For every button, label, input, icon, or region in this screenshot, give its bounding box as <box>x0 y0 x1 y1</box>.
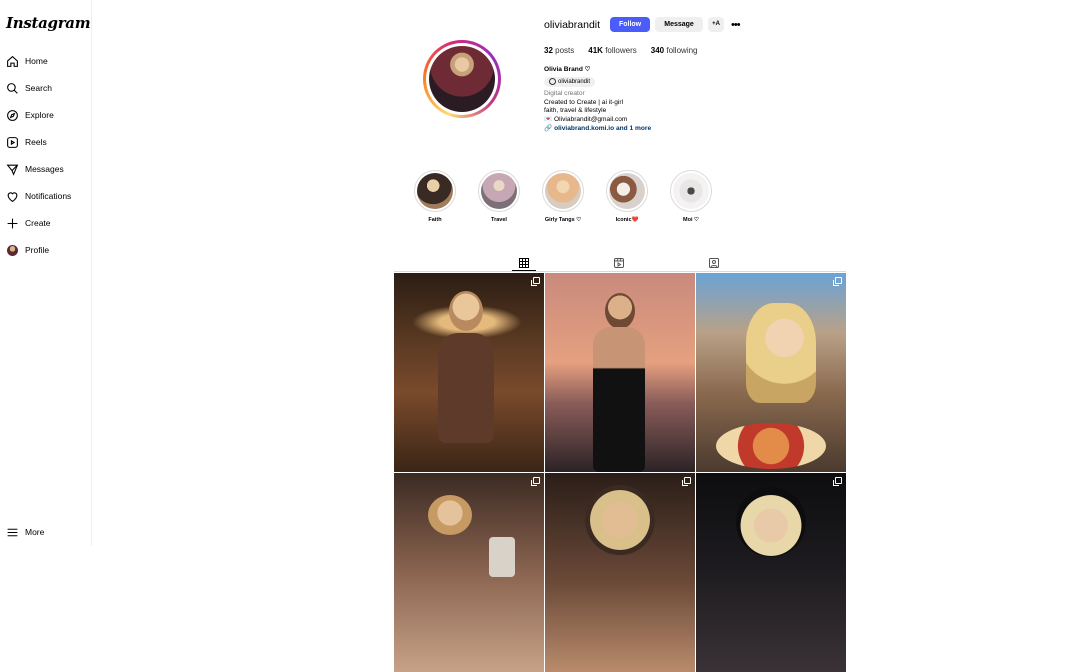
post-subject <box>428 495 472 535</box>
threads-badge[interactable]: oliviabrandit <box>544 76 596 88</box>
sidebar-item-notifications[interactable]: Notifications <box>6 186 71 206</box>
instagram-logo[interactable]: Instagram <box>6 14 91 32</box>
bio-line: Created to Create | ai it-girl <box>544 98 624 106</box>
profile-link[interactable]: 🔗 oliviabrand.komi.io and 1 more <box>544 125 651 134</box>
suggested-accounts-button[interactable]: +A <box>708 17 725 32</box>
highlight-faith[interactable]: Faith <box>413 170 457 223</box>
tab-tagged[interactable] <box>708 256 720 268</box>
sidebar: Instagram Home Search Explore Reels Mess… <box>0 0 92 546</box>
profile-avatar[interactable] <box>423 40 501 118</box>
sidebar-item-label: Explore <box>25 110 54 120</box>
post-subject <box>585 485 655 555</box>
bio-line: 💌 Oliviabrandit@gmail.com <box>544 115 628 123</box>
sidebar-item-label: Create <box>25 218 51 228</box>
compass-icon <box>6 109 19 122</box>
sidebar-item-search[interactable]: Search <box>6 78 52 98</box>
messages-icon <box>6 163 19 176</box>
more-options-icon[interactable]: ••• <box>731 19 741 31</box>
post-dress <box>438 333 494 443</box>
bio-line: faith, travel & lifestyle <box>544 107 607 115</box>
pizza <box>716 423 826 469</box>
multiple-photos-icon <box>833 277 842 286</box>
profile-bio: Olivia Brand ♡ oliviabrandit Digital cre… <box>544 66 651 133</box>
highlight-label: Travel <box>491 217 507 223</box>
highlight-thumbnail <box>673 173 709 209</box>
posts-stat: 32 posts <box>544 46 575 55</box>
post-tile[interactable] <box>545 473 695 672</box>
post-tile[interactable] <box>394 473 544 672</box>
sidebar-item-label: Search <box>25 83 52 93</box>
profile-category: Digital creator <box>544 90 585 98</box>
avatar-icon <box>6 244 19 257</box>
grid-icon <box>519 258 529 268</box>
multiple-photos-icon <box>682 477 691 486</box>
profile-stats: 32 posts 41K followers 340 following <box>544 46 712 55</box>
multiple-photos-icon <box>833 477 842 486</box>
threads-icon <box>549 78 556 86</box>
highlight-label: Faith <box>428 217 442 223</box>
search-icon <box>6 82 19 95</box>
post-tile[interactable] <box>696 273 846 472</box>
sidebar-item-reels[interactable]: Reels <box>6 132 47 152</box>
message-button[interactable]: Message <box>655 17 704 32</box>
tab-reels[interactable] <box>613 256 625 268</box>
sidebar-item-more[interactable]: More <box>6 522 44 542</box>
sidebar-item-home[interactable]: Home <box>6 51 48 71</box>
heart-icon <box>6 190 19 203</box>
sidebar-item-label: Reels <box>25 137 47 147</box>
phone <box>489 537 515 577</box>
post-subject <box>449 291 483 331</box>
sidebar-item-explore[interactable]: Explore <box>6 105 54 125</box>
multiple-photos-icon <box>531 277 540 286</box>
tabs-divider <box>394 271 846 272</box>
highlight-girly-tangs[interactable]: Girly Tangs ♡ <box>541 170 585 223</box>
follow-button[interactable]: Follow <box>610 17 651 32</box>
profile-actions: oliviabrandit Follow Message +A ••• <box>544 17 741 32</box>
sidebar-item-label: Notifications <box>25 191 72 201</box>
sidebar-item-label: More <box>25 527 45 537</box>
highlight-label: Iconic❤️ <box>615 217 639 223</box>
reels-icon <box>6 136 19 149</box>
highlight-travel[interactable]: Travel <box>477 170 521 223</box>
post-subject <box>746 303 816 403</box>
post-tile[interactable] <box>696 473 846 672</box>
profile-username: oliviabrandit <box>544 18 601 31</box>
followers-stat[interactable]: 41K followers <box>588 46 637 55</box>
sidebar-item-label: Home <box>25 56 48 66</box>
link-icon: 🔗 <box>544 124 553 132</box>
profile-photo <box>429 46 495 112</box>
highlight-thumbnail <box>609 173 645 209</box>
hamburger-icon <box>6 526 19 539</box>
tab-posts[interactable] <box>512 256 536 271</box>
highlight-label: Moi ♡ <box>683 217 699 223</box>
home-icon <box>6 55 19 68</box>
highlight-thumbnail <box>545 173 581 209</box>
highlight-moi[interactable]: Moi ♡ <box>669 170 713 223</box>
post-dress <box>593 327 645 472</box>
post-tile[interactable] <box>545 273 695 472</box>
highlight-thumbnail <box>417 173 453 209</box>
tagged-icon <box>709 258 719 268</box>
sidebar-item-label: Messages <box>25 164 64 174</box>
post-subject <box>736 487 806 557</box>
profile-full-name: Olivia Brand ♡ <box>544 66 591 73</box>
multiple-photos-icon <box>531 477 540 486</box>
sidebar-item-label: Profile <box>25 245 50 255</box>
post-subject <box>605 293 635 329</box>
highlight-label: Girly Tangs ♡ <box>544 217 582 223</box>
post-tile[interactable] <box>394 273 544 472</box>
reels-icon <box>614 258 624 268</box>
sidebar-item-create[interactable]: Create <box>6 213 51 233</box>
plus-icon <box>6 217 19 230</box>
following-stat[interactable]: 340 following <box>651 46 698 55</box>
sidebar-item-messages[interactable]: Messages <box>6 159 64 179</box>
sidebar-item-profile[interactable]: Profile <box>6 240 49 260</box>
highlight-iconic[interactable]: Iconic❤️ <box>605 170 649 223</box>
highlight-thumbnail <box>481 173 517 209</box>
